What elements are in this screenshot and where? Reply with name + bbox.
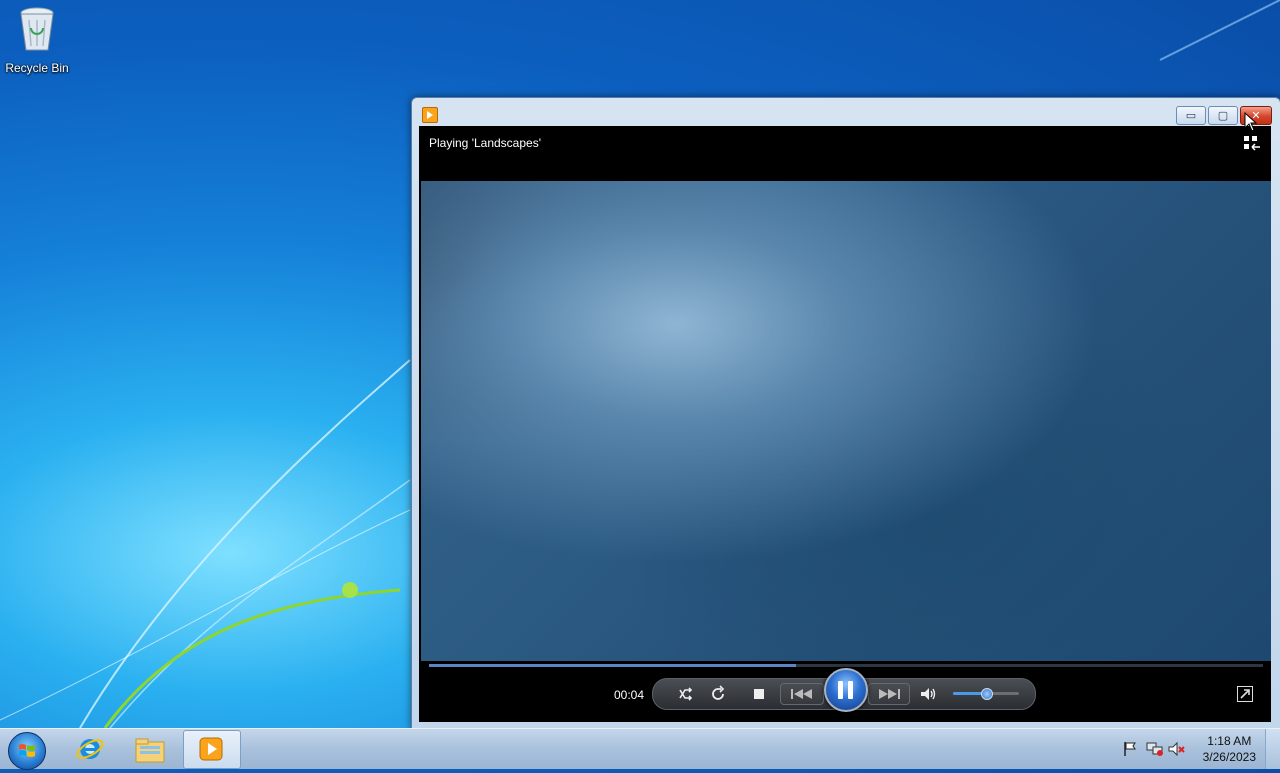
elapsed-time: 00:04	[614, 688, 645, 702]
now-playing-title: Playing 'Landscapes'	[429, 136, 541, 150]
clock-date: 3/26/2023	[1202, 750, 1256, 764]
pause-button[interactable]	[824, 668, 868, 712]
clock-time: 1:18 AM	[1207, 734, 1252, 748]
windows-media-player-icon	[422, 107, 438, 123]
maximize-button[interactable]: ▢	[1208, 106, 1238, 125]
window-titlebar[interactable]: ▭ ▢ ✕	[412, 98, 1280, 126]
minimize-icon: ▭	[1185, 110, 1197, 122]
repeat-icon[interactable]	[709, 685, 727, 703]
internet-explorer-icon	[76, 739, 104, 759]
windows-media-player-icon	[199, 737, 223, 761]
switch-to-library-icon[interactable]	[1243, 135, 1261, 151]
windows-logo-icon	[19, 744, 35, 757]
taskbar-windows-media-player[interactable]	[183, 730, 241, 769]
previous-icon	[791, 689, 812, 699]
taskbar: 1:18 AM 3/26/2023	[0, 728, 1280, 770]
player-area: Playing 'Landscapes' 00:04	[419, 126, 1271, 722]
windows-explorer-icon	[135, 738, 165, 763]
show-desktop-button[interactable]	[1265, 729, 1280, 769]
recycle-bin-desktop-icon[interactable]: Recycle Bin	[4, 6, 70, 75]
shuffle-icon[interactable]	[677, 685, 695, 703]
taskbar-windows-explorer[interactable]	[122, 730, 178, 767]
start-button[interactable]	[8, 732, 46, 770]
taskbar-internet-explorer[interactable]	[62, 730, 118, 767]
minimize-button[interactable]: ▭	[1176, 106, 1206, 125]
volume-slider[interactable]	[953, 688, 1019, 700]
volume-icon[interactable]	[919, 685, 937, 703]
volume-muted-icon[interactable]	[1168, 741, 1186, 757]
fullscreen-icon[interactable]	[1237, 686, 1253, 702]
clock[interactable]: 1:18 AM 3/26/2023	[1203, 733, 1256, 765]
recycle-bin-icon	[20, 7, 54, 51]
next-button[interactable]	[868, 683, 910, 705]
mouse-cursor-icon	[1244, 112, 1258, 132]
maximize-icon: ▢	[1217, 110, 1229, 122]
seek-progress	[429, 664, 796, 667]
previous-button[interactable]	[780, 683, 824, 705]
seek-bar[interactable]	[429, 664, 1263, 667]
volume-slider-thumb[interactable]	[981, 688, 993, 700]
recycle-bin-label: Recycle Bin	[5, 61, 69, 75]
video-frame[interactable]	[421, 181, 1271, 661]
action-center-flag-icon[interactable]	[1122, 741, 1138, 757]
next-icon	[879, 689, 900, 699]
media-player-window[interactable]: ▭ ▢ ✕ Playing 'Landscapes' 00:04	[411, 97, 1280, 730]
network-icon[interactable]	[1146, 741, 1164, 757]
stop-icon[interactable]	[750, 685, 768, 703]
